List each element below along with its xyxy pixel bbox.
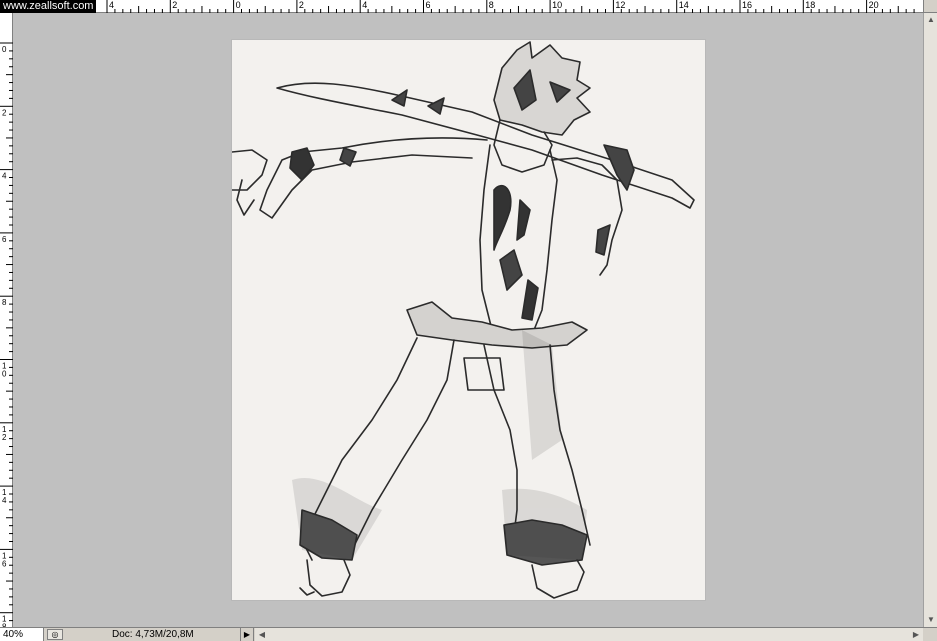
- ruler-label: 2: [299, 0, 304, 10]
- ruler-label: 6: [2, 559, 7, 568]
- ruler-label: 4: [109, 0, 114, 10]
- scroll-right-icon[interactable]: ▶: [909, 628, 923, 641]
- ruler-label: 4: [2, 496, 7, 505]
- ruler-label: 4: [2, 172, 7, 181]
- zoom-level-field[interactable]: 40%: [0, 628, 44, 641]
- scroll-down-icon[interactable]: ▼: [924, 613, 937, 627]
- ruler-label: 4: [362, 0, 367, 10]
- status-menu-arrow-icon[interactable]: ▶: [240, 628, 254, 641]
- navigator-icon[interactable]: ◎: [47, 629, 63, 640]
- ruler-label: 18: [805, 0, 815, 10]
- ruler-label: 14: [679, 0, 689, 10]
- document-image[interactable]: [232, 40, 705, 600]
- ruler-label: 16: [742, 0, 752, 10]
- horizontal-scrollbar[interactable]: ◀ ▶: [255, 628, 923, 641]
- ruler-corner: [923, 0, 937, 13]
- ruler-label: 6: [426, 0, 431, 10]
- canvas-workspace[interactable]: [13, 13, 923, 627]
- pencil-sketch: [232, 41, 695, 599]
- ruler-label: 6: [2, 235, 7, 244]
- ruler-label: 0: [236, 0, 241, 10]
- scrollbar-corner: [923, 628, 937, 641]
- ruler-label: 10: [552, 0, 562, 10]
- watermark: www.zeallsoft.com: [0, 0, 97, 13]
- ruler-label: 20: [869, 0, 879, 10]
- ruler-label: 8: [2, 298, 7, 307]
- vertical-ruler[interactable]: 024681012141618: [0, 13, 13, 627]
- ruler-label: 2: [2, 108, 7, 117]
- horizontal-ruler[interactable]: 4 2 0 2 4 6 8 10 12 14 16 18 20: [0, 0, 923, 13]
- vertical-scrollbar[interactable]: ▲ ▼: [923, 13, 937, 627]
- ruler-label: 12: [615, 0, 625, 10]
- status-bar: 40% ◎ Doc: 4,73M/20,8M ▶ ◀ ▶: [0, 627, 937, 641]
- scroll-up-icon[interactable]: ▲: [924, 13, 937, 27]
- vertical-ruler-ticks: 024681012141618: [0, 42, 13, 627]
- ruler-label: 0: [2, 370, 7, 379]
- ruler-label: 8: [489, 0, 494, 10]
- scroll-left-icon[interactable]: ◀: [255, 628, 269, 641]
- ruler-label: 2: [2, 433, 7, 442]
- ruler-label: 2: [172, 0, 177, 10]
- horizontal-ruler-ticks: 4 2 0 2 4 6 8 10 12 14 16 18 20: [106, 0, 915, 13]
- ruler-label: 0: [2, 45, 7, 54]
- document-size-info: Doc: 4,73M/20,8M: [112, 629, 194, 640]
